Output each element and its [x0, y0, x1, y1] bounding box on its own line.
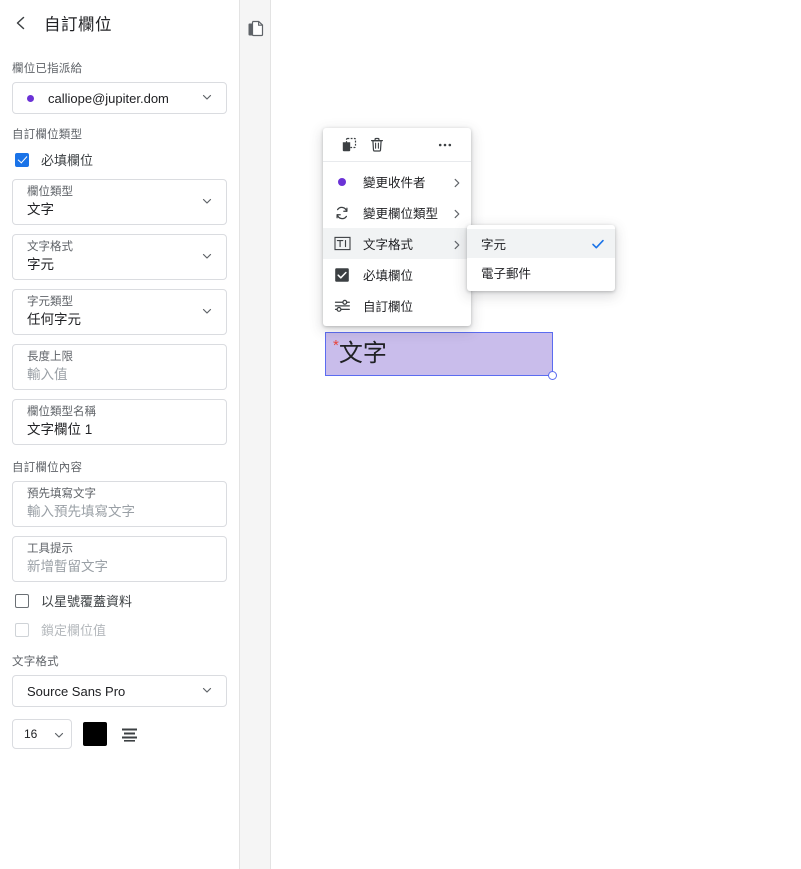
assignee-value: calliope@jupiter.dom	[48, 90, 169, 106]
menu-item-required-field[interactable]: 必填欄位	[323, 259, 471, 290]
chevron-down-icon	[201, 305, 215, 319]
submenu-item-label: 字元	[481, 238, 507, 252]
assignee-color-dot-icon	[27, 94, 34, 102]
document-canvas[interactable]: * 文字 變更收件者 變更欄位類型 文字格式 必填欄位 自訂欄位 字元 電子郵件	[271, 0, 801, 869]
max-length-value: 輸入值	[27, 367, 68, 382]
chevron-down-icon	[53, 728, 65, 740]
menu-item-label: 變更欄位類型	[363, 207, 439, 221]
field-type-label: 欄位類型	[27, 186, 73, 198]
text-format-section-label: 文字格式	[12, 656, 59, 668]
delete-icon[interactable]	[363, 132, 391, 158]
tooltip-label: 工具提示	[27, 543, 73, 555]
field-type-name-input[interactable]: 欄位類型名稱 文字欄位 1	[12, 399, 227, 445]
assignee-select[interactable]: calliope@jupiter.dom	[12, 82, 227, 114]
character-type-select[interactable]: 字元類型 任何字元	[12, 289, 227, 335]
sliders-icon	[333, 297, 351, 315]
text-align-icon[interactable]	[118, 723, 140, 745]
app-root: 自訂欄位 欄位已指派給 calliope@jupiter.dom 自訂欄位類型 …	[0, 0, 801, 869]
max-length-label: 長度上限	[27, 351, 73, 363]
menu-item-change-recipient[interactable]: 變更收件者	[323, 166, 471, 197]
recipient-dot-icon	[333, 173, 351, 191]
menu-item-label: 自訂欄位	[363, 300, 414, 314]
menu-item-change-field-type[interactable]: 變更欄位類型	[323, 197, 471, 228]
submenu-item-label: 電子郵件	[481, 267, 532, 281]
font-color-swatch[interactable]	[83, 722, 107, 746]
font-controls-row: 16	[12, 719, 227, 749]
check-icon	[591, 237, 605, 251]
resize-handle[interactable]	[548, 371, 557, 380]
back-chevron-left-icon[interactable]	[10, 12, 32, 34]
content-section-label: 自訂欄位內容	[12, 462, 83, 474]
mask-data-label: 以星號覆蓋資料	[41, 594, 133, 609]
field-type-name-label: 欄位類型名稱	[27, 406, 96, 418]
required-field-checkbox[interactable]	[15, 152, 29, 167]
context-menu: 變更收件者 變更欄位類型 文字格式 必填欄位 自訂欄位	[323, 128, 471, 326]
max-length-input[interactable]: 長度上限 輸入值	[12, 344, 227, 390]
font-family-select[interactable]: Source Sans Pro	[12, 675, 227, 707]
document-field-text: 文字	[338, 340, 387, 367]
pages-icon[interactable]	[246, 19, 266, 39]
menu-item-custom-field[interactable]: 自訂欄位	[323, 290, 471, 321]
more-options-icon[interactable]	[431, 132, 459, 158]
character-type-value: 任何字元	[27, 312, 81, 327]
field-type-name-value: 文字欄位 1	[27, 422, 93, 437]
text-format-submenu: 字元 電子郵件	[467, 225, 615, 291]
text-format-icon	[333, 235, 351, 253]
chevron-right-icon	[451, 176, 463, 188]
required-field-label: 必填欄位	[41, 153, 94, 168]
prefill-text-value: 輸入預先填寫文字	[27, 504, 135, 519]
mask-data-checkbox-row[interactable]: 以星號覆蓋資料	[15, 591, 227, 610]
lock-field-value-label: 鎖定欄位值	[41, 623, 107, 638]
text-format-label: 文字格式	[27, 241, 73, 253]
menu-item-label: 必填欄位	[363, 269, 414, 283]
chevron-down-icon	[201, 91, 215, 105]
character-type-label: 字元類型	[27, 296, 73, 308]
submenu-item-character[interactable]: 字元	[467, 229, 615, 258]
context-menu-toolbar	[323, 128, 471, 162]
context-menu-items: 變更收件者 變更欄位類型 文字格式 必填欄位 自訂欄位	[323, 162, 471, 326]
page-title: 自訂欄位	[44, 16, 112, 34]
tooltip-value: 新增暫留文字	[27, 559, 108, 574]
field-type-section-label: 自訂欄位類型	[12, 129, 83, 141]
chevron-down-icon	[201, 250, 215, 264]
sidebar-body: 欄位已指派給 calliope@jupiter.dom 自訂欄位類型 必填欄位 …	[0, 60, 239, 749]
lock-field-value-checkbox-row: 鎖定欄位值	[15, 620, 227, 639]
font-size-value: 16	[24, 727, 38, 741]
required-field-checkbox-row[interactable]: 必填欄位	[15, 150, 227, 169]
mask-data-checkbox[interactable]	[15, 593, 29, 608]
submenu-item-email[interactable]: 電子郵件	[467, 258, 615, 287]
checkbox-checked-icon	[333, 266, 351, 284]
lock-field-value-checkbox	[15, 622, 29, 637]
menu-item-label: 文字格式	[363, 238, 414, 252]
chevron-down-icon	[201, 195, 215, 209]
tooltip-input[interactable]: 工具提示 新增暫留文字	[12, 536, 227, 582]
change-field-type-icon	[333, 204, 351, 222]
field-type-value: 文字	[27, 202, 54, 217]
pages-gutter	[240, 0, 271, 869]
document-field-widget[interactable]: * 文字	[325, 332, 557, 380]
font-size-select[interactable]: 16	[12, 719, 72, 749]
chevron-right-icon	[451, 207, 463, 219]
chevron-right-icon	[451, 238, 463, 250]
field-type-select[interactable]: 欄位類型 文字	[12, 179, 227, 225]
sidebar-panel: 自訂欄位 欄位已指派給 calliope@jupiter.dom 自訂欄位類型 …	[0, 0, 240, 869]
sidebar-header: 自訂欄位	[0, 0, 239, 46]
text-format-value: 字元	[27, 257, 54, 272]
menu-item-text-format[interactable]: 文字格式	[323, 228, 471, 259]
menu-item-label: 變更收件者	[363, 176, 426, 190]
duplicate-icon[interactable]	[335, 132, 363, 158]
assignee-section-label: 欄位已指派給	[12, 63, 83, 75]
prefill-text-label: 預先填寫文字	[27, 488, 96, 500]
text-format-select[interactable]: 文字格式 字元	[12, 234, 227, 280]
prefill-text-input[interactable]: 預先填寫文字 輸入預先填寫文字	[12, 481, 227, 527]
font-family-value: Source Sans Pro	[27, 683, 126, 699]
chevron-down-icon	[201, 684, 215, 698]
